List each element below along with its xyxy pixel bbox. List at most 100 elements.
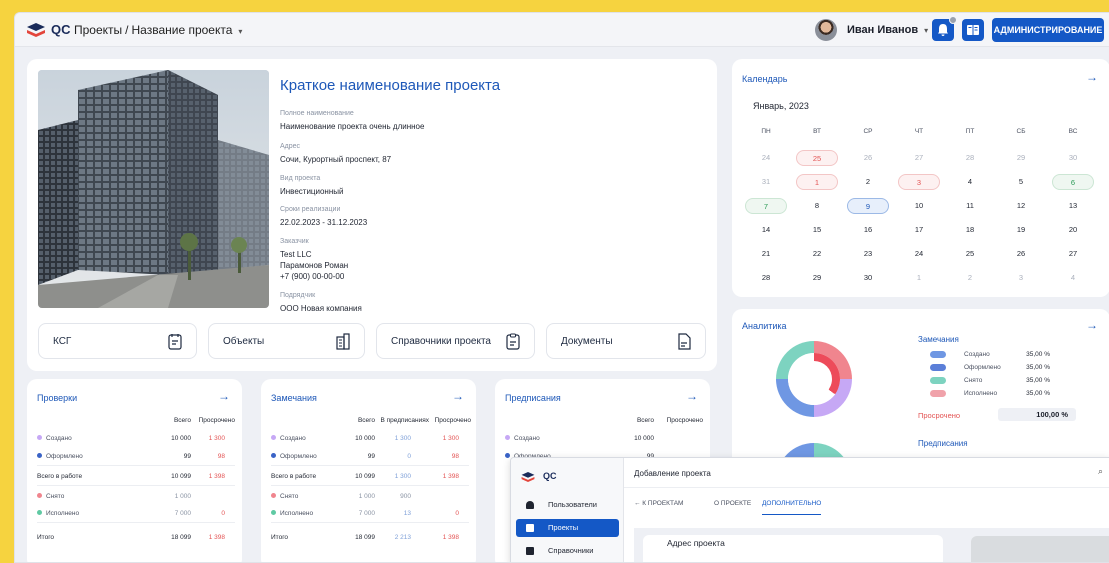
user-menu[interactable]: Иван Иванов ▾ xyxy=(815,18,928,42)
calendar-day[interactable]: 30 xyxy=(847,270,889,286)
calendar-day[interactable]: 21 xyxy=(745,246,787,262)
calendar-day[interactable]: 25 xyxy=(949,246,991,262)
weekday-label: ВС xyxy=(1068,128,1078,135)
breadcrumb-project-name[interactable]: Название проекта xyxy=(132,23,233,37)
sidebar-item-projects[interactable]: Проекты xyxy=(516,519,619,537)
calendar-day[interactable]: 23 xyxy=(847,246,889,262)
calendar-day[interactable]: 18 xyxy=(949,222,991,238)
link-label: КСГ xyxy=(53,336,72,347)
calendar-day[interactable]: 24 xyxy=(898,246,940,262)
arrow-right-icon[interactable]: → xyxy=(686,389,698,403)
calendar-day[interactable]: 28 xyxy=(949,150,991,166)
analytics-prescriptions-title: Предписания xyxy=(918,439,968,448)
calendar-day[interactable]: 2 xyxy=(949,270,991,286)
arrow-right-icon[interactable]: → xyxy=(1086,318,1098,332)
link-project-references[interactable]: Справочники проекта xyxy=(376,323,535,359)
chevron-down-icon[interactable]: ▾ xyxy=(924,26,928,35)
notifications-button[interactable] xyxy=(932,16,957,41)
cell-overdue: 1 398 xyxy=(208,473,225,480)
chevron-down-icon[interactable]: ▾ xyxy=(238,27,242,36)
sidebar-item-references[interactable]: Справочники xyxy=(516,542,619,560)
calendar-day[interactable]: 17 xyxy=(898,222,940,238)
cell-overdue: 98 xyxy=(451,453,459,460)
calendar-day[interactable]: 4 xyxy=(949,174,991,190)
calendar-day[interactable]: 9 xyxy=(847,198,889,214)
row-label: Всего в работе xyxy=(37,473,83,480)
calendar-day[interactable]: 11 xyxy=(949,198,991,214)
cell-in-prescriptions: 900 xyxy=(400,493,411,500)
calendar-day[interactable]: 2 xyxy=(847,174,889,190)
calendar-day[interactable]: 13 xyxy=(1052,198,1094,214)
map-preview[interactable] xyxy=(971,536,1109,562)
weekday-label: ПТ xyxy=(965,128,975,135)
remarks-donut-chart xyxy=(776,341,852,417)
tab-additional[interactable]: ДОПОЛНИТЕЛЬНО xyxy=(762,500,822,515)
field-label: Сроки реализации xyxy=(280,206,341,213)
field-value: Test LLC xyxy=(280,250,312,259)
calendar-day[interactable]: 7 xyxy=(745,198,787,214)
calendar-day[interactable]: 27 xyxy=(1052,246,1094,262)
avatar[interactable] xyxy=(815,19,837,41)
link-ksg[interactable]: КСГ xyxy=(38,323,197,359)
brand-name[interactable]: QC xyxy=(543,471,557,481)
cell-in-prescriptions: 2 213 xyxy=(394,534,411,541)
field-dates: Сроки реализации 22.02.2023 - 31.12.2023 xyxy=(280,206,367,228)
calendar-day[interactable]: 3 xyxy=(1000,270,1042,286)
calendar-day[interactable]: 3 xyxy=(898,174,940,190)
row-label: Всего в работе xyxy=(271,473,317,480)
calendar-day[interactable]: 25 xyxy=(796,150,838,166)
divider xyxy=(37,485,235,486)
arrow-right-icon[interactable]: → xyxy=(218,389,230,403)
user-name[interactable]: Иван Иванов xyxy=(847,24,918,36)
calendar-day[interactable]: 24 xyxy=(745,150,787,166)
calendar-day[interactable]: 12 xyxy=(1000,198,1042,214)
arrow-right-icon[interactable]: → xyxy=(452,389,464,403)
calendar-day[interactable]: 26 xyxy=(847,150,889,166)
calendar-day[interactable]: 20 xyxy=(1052,222,1094,238)
calendar-day[interactable]: 31 xyxy=(745,174,787,190)
calendar-day[interactable]: 26 xyxy=(1000,246,1042,262)
reference-book-button[interactable] xyxy=(962,19,984,41)
project-title: Краткое наименование проекта xyxy=(280,77,501,94)
link-objects[interactable]: Объекты xyxy=(208,323,365,359)
link-documents[interactable]: Документы xyxy=(546,323,706,359)
row-label: Итого xyxy=(271,534,289,541)
add-project-window: QC Пользователи Проекты Справочники Доба… xyxy=(510,457,1109,562)
calendar-day[interactable]: 1 xyxy=(796,174,838,190)
calendar-day[interactable]: 22 xyxy=(796,246,838,262)
back-to-projects-link[interactable]: ← К ПРОЕКТАМ xyxy=(634,500,683,507)
donut-hole xyxy=(796,361,832,397)
calendar-day[interactable]: 4 xyxy=(1052,270,1094,286)
calendar-day[interactable]: 6 xyxy=(1052,174,1094,190)
calendar-day[interactable]: 5 xyxy=(1000,174,1042,190)
legend-label: Снято xyxy=(964,377,983,384)
arrow-right-icon[interactable]: → xyxy=(1086,70,1098,84)
overdue-value: 100,00 % xyxy=(998,408,1076,421)
calendar-day[interactable]: 16 xyxy=(847,222,889,238)
search-icon[interactable]: ⌕ xyxy=(1098,466,1103,477)
breadcrumb-projects[interactable]: Проекты xyxy=(74,23,122,37)
calendar-day[interactable]: 15 xyxy=(796,222,838,238)
calendar-day[interactable]: 29 xyxy=(1000,150,1042,166)
calendar-day[interactable]: 28 xyxy=(745,270,787,286)
legend-swatch xyxy=(930,364,946,371)
status-dot xyxy=(271,453,276,458)
brand-name[interactable]: QC xyxy=(51,22,71,37)
cell-total: 18 099 xyxy=(355,534,375,541)
cell-in-prescriptions: 1 300 xyxy=(394,435,411,442)
calendar-day[interactable]: 19 xyxy=(1000,222,1042,238)
administration-button[interactable]: АДМИНИСТРИРОВАНИЕ xyxy=(992,18,1104,42)
field-customer: Заказчик Test LLC Парамонов Роман +7 (90… xyxy=(280,238,348,282)
calendar-day[interactable]: 1 xyxy=(898,270,940,286)
calendar-day[interactable]: 10 xyxy=(898,198,940,214)
calendar-day[interactable]: 29 xyxy=(796,270,838,286)
calendar-day[interactable]: 30 xyxy=(1052,150,1094,166)
calendar-day[interactable]: 27 xyxy=(898,150,940,166)
user-icon xyxy=(526,501,534,509)
sidebar-item-users[interactable]: Пользователи xyxy=(516,496,619,514)
calendar-day[interactable]: 14 xyxy=(745,222,787,238)
tab-about[interactable]: О ПРОЕКТЕ xyxy=(714,500,751,507)
calendar-day[interactable]: 8 xyxy=(796,198,838,214)
table-row: Создано xyxy=(37,435,72,442)
analytics-remarks-title: Замечания xyxy=(918,335,959,344)
